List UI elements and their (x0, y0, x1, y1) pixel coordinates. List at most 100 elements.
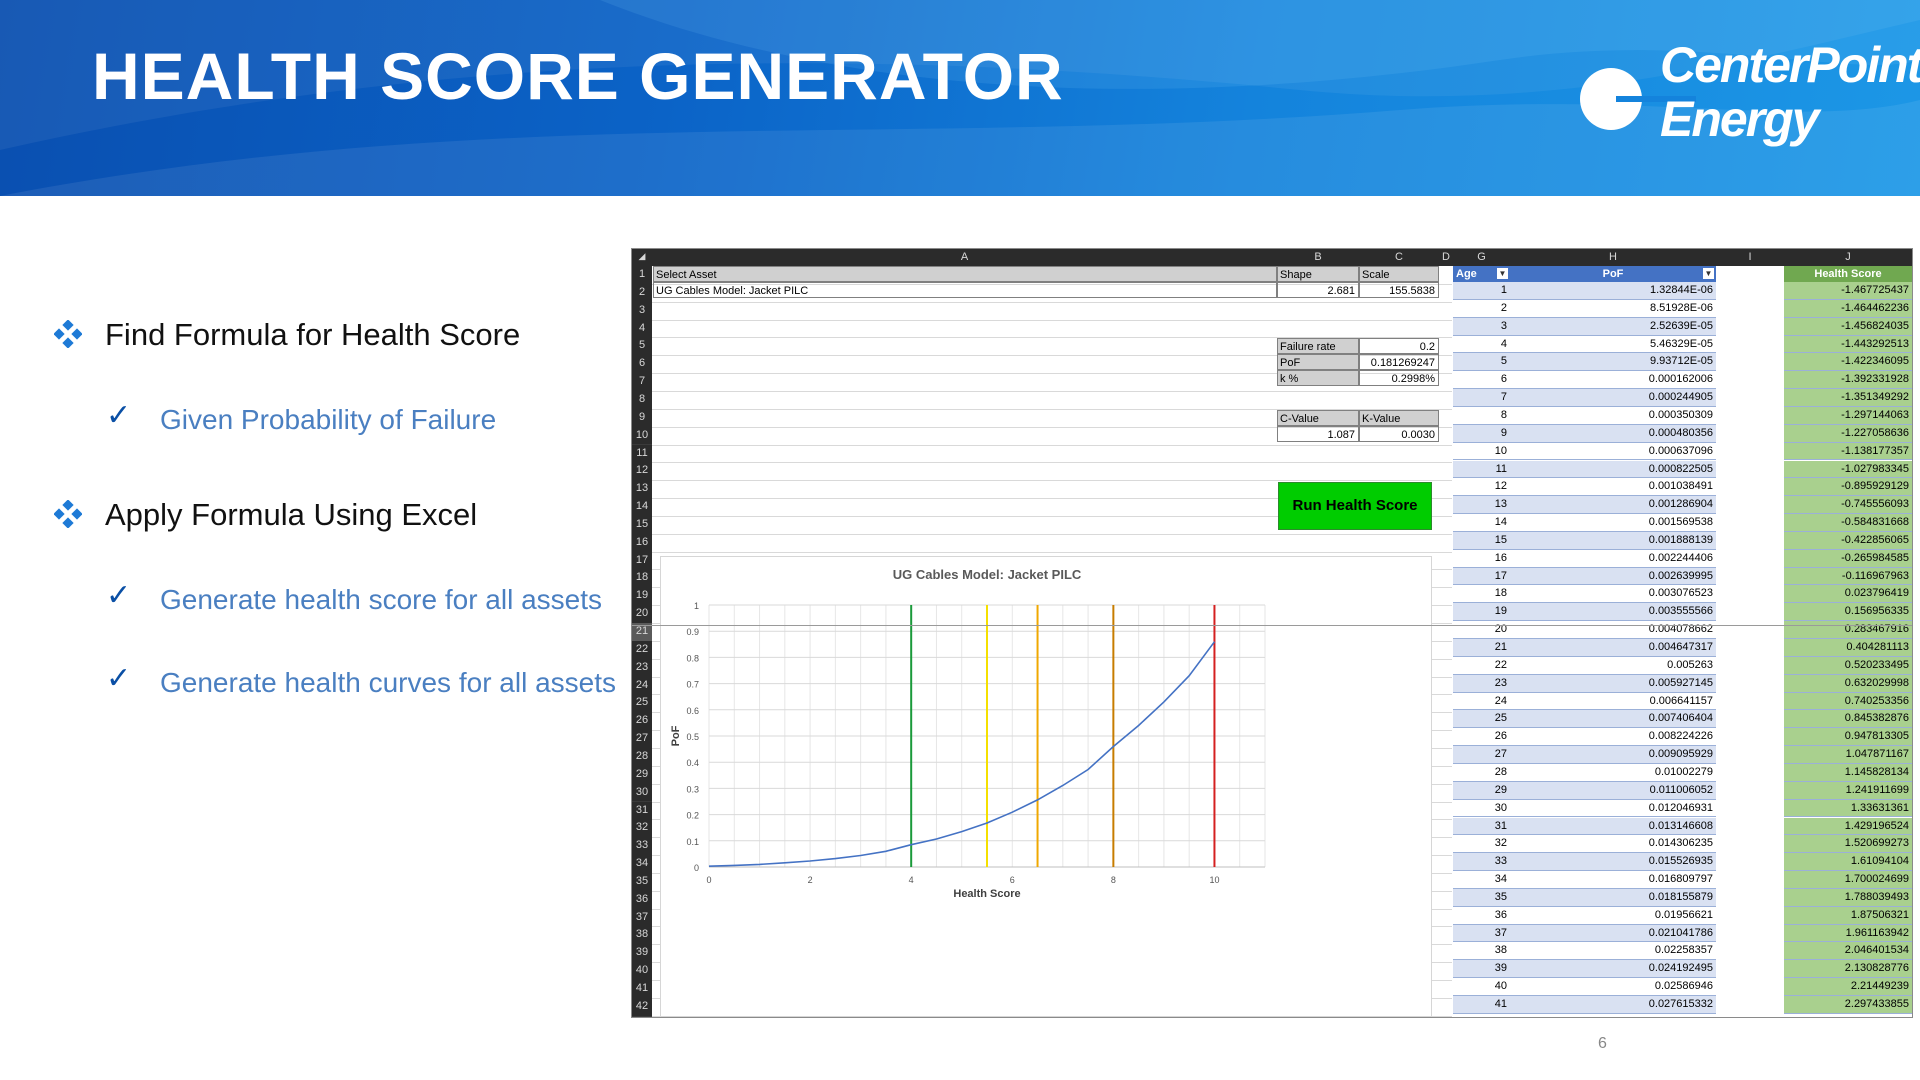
row-header[interactable]: 11 (632, 444, 652, 464)
table-cell-age[interactable]: 8 (1453, 406, 1510, 425)
row-header[interactable]: 5 (632, 337, 652, 357)
table-cell-age[interactable]: 24 (1453, 692, 1510, 711)
table-cell-pof[interactable]: 0.013146608 (1510, 817, 1716, 836)
table-cell-health-score[interactable]: 1.047871167 (1784, 746, 1912, 764)
column-header-c[interactable]: C (1359, 251, 1439, 263)
table-cell-age[interactable]: 16 (1453, 549, 1510, 568)
column-header-i[interactable]: I (1716, 251, 1784, 263)
table-cell-pof[interactable]: 0.001286904 (1510, 496, 1716, 515)
row-header[interactable]: 30 (632, 783, 652, 803)
table-cell-age[interactable]: 34 (1453, 871, 1510, 889)
table-cell-pof[interactable]: 0.012046931 (1510, 799, 1716, 818)
row-header[interactable]: 37 (632, 908, 652, 928)
table-cell-pof[interactable]: 0.000480356 (1510, 424, 1716, 443)
table-cell-age[interactable]: 10 (1453, 442, 1510, 461)
row-header[interactable]: 4 (632, 319, 652, 339)
table-cell-age[interactable]: 19 (1453, 603, 1510, 622)
table-cell-health-score[interactable]: 1.700024699 (1784, 871, 1912, 889)
table-cell-pof[interactable]: 0.005927145 (1510, 674, 1716, 693)
cell-k-label[interactable]: k % (1277, 370, 1359, 386)
table-cell-health-score[interactable]: -1.138177357 (1784, 442, 1912, 461)
table-cell-health-score[interactable]: -1.351349292 (1784, 389, 1912, 407)
cell-cvalue[interactable]: 1.087 (1277, 426, 1359, 442)
row-header[interactable]: 32 (632, 819, 652, 839)
table-cell-health-score[interactable]: 1.61094104 (1784, 853, 1912, 872)
row-header[interactable]: 36 (632, 890, 652, 910)
table-cell-age[interactable]: 18 (1453, 585, 1510, 604)
table-cell-health-score[interactable]: -0.265984585 (1784, 549, 1912, 568)
row-header[interactable]: 16 (632, 533, 652, 553)
table-cell-pof[interactable]: 9.93712E-05 (1510, 353, 1716, 372)
table-cell-health-score[interactable]: 0.404281113 (1784, 639, 1912, 657)
table-cell-age[interactable]: 25 (1453, 710, 1510, 729)
table-cell-health-score[interactable]: -1.467725437 (1784, 282, 1912, 300)
table-cell-age[interactable]: 17 (1453, 567, 1510, 586)
filter-dropdown-icon[interactable]: ▼ (1703, 268, 1714, 279)
table-cell-age[interactable]: 28 (1453, 763, 1510, 782)
table-cell-age[interactable]: 20 (1453, 621, 1510, 639)
table-cell-pof[interactable]: 0.000162006 (1510, 371, 1716, 390)
table-cell-health-score[interactable]: 2.046401534 (1784, 942, 1912, 961)
cell-c1[interactable]: Scale (1359, 266, 1439, 282)
table-cell-pof[interactable]: 0.016809797 (1510, 871, 1716, 889)
table-cell-health-score[interactable]: -1.464462236 (1784, 299, 1912, 318)
table-cell-health-score[interactable]: 1.87506321 (1784, 906, 1912, 925)
table-cell-age[interactable]: 40 (1453, 978, 1510, 996)
table-cell-health-score[interactable]: 1.145828134 (1784, 763, 1912, 782)
table-cell-age[interactable]: 37 (1453, 924, 1510, 943)
table-cell-health-score[interactable]: 1.520699273 (1784, 835, 1912, 854)
table-cell-pof[interactable]: 0.002244406 (1510, 549, 1716, 568)
table-cell-age[interactable]: 22 (1453, 656, 1510, 675)
table-cell-pof[interactable]: 0.008224226 (1510, 728, 1716, 747)
row-header[interactable]: 42 (632, 997, 652, 1017)
table-cell-age[interactable]: 11 (1453, 460, 1510, 479)
table-cell-pof[interactable]: 0.003076523 (1510, 585, 1716, 604)
table-cell-age[interactable]: 21 (1453, 639, 1510, 657)
column-header-d[interactable]: D (1439, 251, 1453, 263)
row-header[interactable]: 23 (632, 658, 652, 678)
table-cell-health-score[interactable]: 0.520233495 (1784, 656, 1912, 675)
table-cell-health-score[interactable]: -0.422856065 (1784, 531, 1912, 550)
row-header[interactable]: 20 (632, 605, 652, 624)
table-cell-pof[interactable]: 0.01002279 (1510, 763, 1716, 782)
filter-dropdown-icon[interactable]: ▼ (1497, 268, 1508, 279)
row-header[interactable]: 31 (632, 801, 652, 821)
cell-k-value[interactable]: 0.2998% (1359, 370, 1439, 386)
table-cell-health-score[interactable]: 0.632029998 (1784, 674, 1912, 693)
table-cell-age[interactable]: 7 (1453, 389, 1510, 407)
table-cell-age[interactable]: 35 (1453, 888, 1510, 907)
row-header[interactable]: 15 (632, 515, 652, 535)
row-header[interactable]: 41 (632, 980, 652, 999)
table-cell-age[interactable]: 32 (1453, 835, 1510, 854)
column-header-h[interactable]: H (1510, 251, 1716, 263)
table-cell-age[interactable]: 5 (1453, 353, 1510, 372)
column-header-b[interactable]: B (1277, 251, 1359, 263)
table-cell-health-score[interactable]: 2.130828776 (1784, 960, 1912, 979)
row-header[interactable]: 10 (632, 426, 652, 446)
row-header[interactable]: 17 (632, 551, 652, 571)
row-header[interactable]: 33 (632, 837, 652, 857)
table-cell-age[interactable]: 9 (1453, 424, 1510, 443)
table-cell-health-score[interactable]: -1.227058636 (1784, 424, 1912, 443)
table-cell-health-score[interactable]: -1.027983345 (1784, 460, 1912, 479)
table-cell-pof[interactable]: 1.32844E-06 (1510, 282, 1716, 300)
row-header[interactable]: 24 (632, 676, 652, 696)
table-cell-health-score[interactable]: -1.443292513 (1784, 335, 1912, 354)
select-all-corner[interactable]: ◢ (632, 251, 652, 262)
table-cell-age[interactable]: 39 (1453, 960, 1510, 979)
table-cell-age[interactable]: 38 (1453, 942, 1510, 961)
table-cell-age[interactable]: 2 (1453, 299, 1510, 318)
cell-c2[interactable]: 155.5838 (1359, 282, 1439, 298)
table-cell-pof[interactable]: 0.004647317 (1510, 639, 1716, 657)
row-header[interactable]: 25 (632, 694, 652, 714)
cell-kvalue[interactable]: 0.0030 (1359, 426, 1439, 442)
table-cell-pof[interactable]: 0.024192495 (1510, 960, 1716, 979)
table-cell-age[interactable]: 29 (1453, 781, 1510, 800)
cell-b1[interactable]: Shape (1277, 266, 1359, 282)
column-header-j[interactable]: J (1784, 251, 1912, 263)
table-cell-health-score[interactable]: 1.33631361 (1784, 799, 1912, 818)
table-cell-health-score[interactable]: 1.961163942 (1784, 924, 1912, 943)
table-cell-age[interactable]: 4 (1453, 335, 1510, 354)
table-cell-pof[interactable]: 5.46329E-05 (1510, 335, 1716, 354)
table-cell-pof[interactable]: 0.003555566 (1510, 603, 1716, 622)
